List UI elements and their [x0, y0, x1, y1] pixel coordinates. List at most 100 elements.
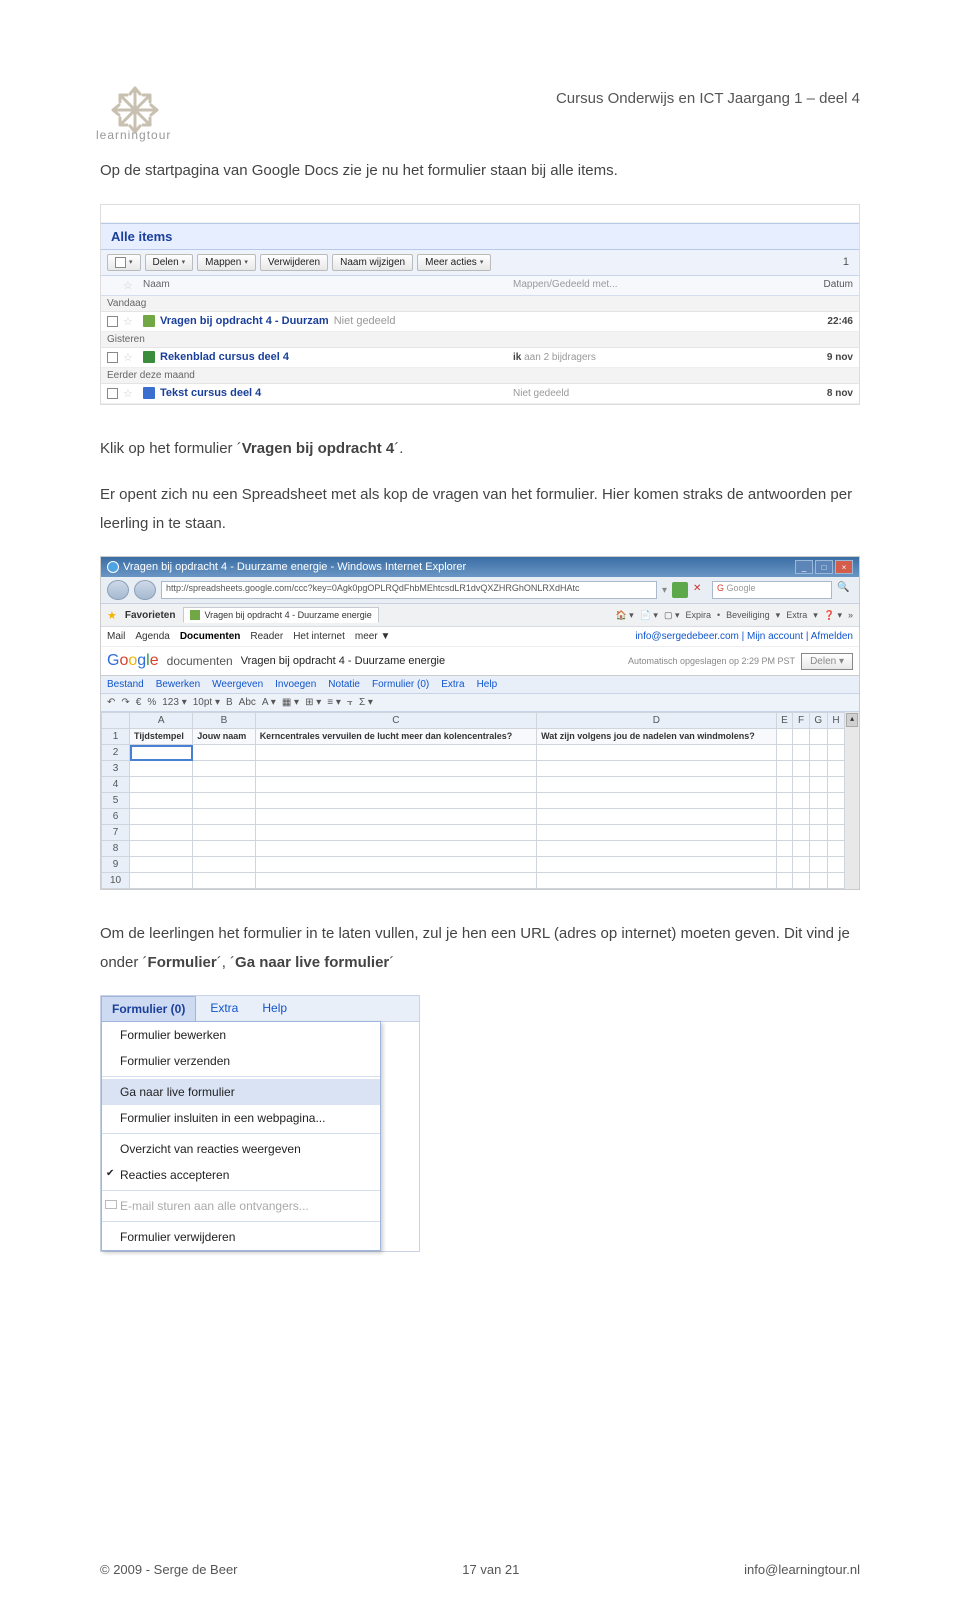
stop-icon[interactable]: ✕: [693, 583, 707, 597]
footer-email: info@learningtour.nl: [744, 1562, 860, 1577]
menu-bar: Formulier (0) Extra Help: [101, 996, 419, 1022]
menu-help[interactable]: Help: [252, 996, 297, 1021]
gbar-mail[interactable]: Mail: [107, 631, 125, 642]
strike-button[interactable]: Abc: [239, 697, 256, 708]
url-field[interactable]: http://spreadsheets.google.com/ccc?key=0…: [161, 581, 657, 599]
ie-favorites-bar: ★ Favorieten Vragen bij opdracht 4 - Duu…: [101, 604, 859, 627]
form-icon: [143, 315, 155, 327]
row-checkbox[interactable]: [107, 388, 118, 399]
browser-tab[interactable]: Vragen bij opdracht 4 - Duurzame energie: [183, 607, 378, 623]
menu-bestand[interactable]: Bestand: [107, 679, 144, 690]
item-insluiten[interactable]: Formulier insluiten in een webpagina...: [102, 1105, 380, 1131]
gbar-documenten[interactable]: Documenten: [180, 631, 241, 642]
menu-formulier[interactable]: Formulier (0): [101, 996, 196, 1021]
close-button[interactable]: ×: [835, 560, 853, 574]
spreadsheet-icon: [143, 351, 155, 363]
menu-extra[interactable]: Extra: [441, 679, 464, 690]
autosave-note: Automatisch opgeslagen op 2:29 PM PST: [628, 656, 795, 666]
table-row[interactable]: ☆ Vragen bij opdracht 4 - DuurzamNiet ge…: [101, 312, 859, 332]
item-reacties-accepteren[interactable]: ✔Reacties accepteren: [102, 1162, 380, 1188]
btn-verwijderen[interactable]: Verwijderen: [260, 254, 328, 271]
btn-meer-acties[interactable]: Meer acties▾: [417, 254, 491, 271]
item-live-formulier[interactable]: Ga naar live formulier: [102, 1079, 380, 1105]
paragraph-4: Om de leerlingen het formulier in te lat…: [100, 920, 860, 977]
envelope-icon: [105, 1200, 117, 1209]
star-icon[interactable]: ☆: [123, 315, 143, 328]
menu-weergeven[interactable]: Weergeven: [212, 679, 263, 690]
format-123-button[interactable]: 123 ▾: [162, 697, 186, 708]
gbar-internet[interactable]: Het internet: [293, 631, 345, 642]
ie-address-bar: http://spreadsheets.google.com/ccc?key=0…: [101, 577, 859, 604]
btn-delen[interactable]: Delen▾: [145, 254, 194, 271]
footer-copyright: © 2009 - Serge de Beer: [100, 1562, 238, 1577]
refresh-icon[interactable]: [672, 582, 688, 598]
gbar-reader[interactable]: Reader: [250, 631, 283, 642]
search-box[interactable]: G Google: [712, 581, 832, 599]
favorites-star-icon[interactable]: ★: [107, 609, 117, 622]
group-yesterday: Gisteren: [101, 332, 859, 348]
row-checkbox[interactable]: [107, 352, 118, 363]
star-icon[interactable]: ☆: [123, 387, 143, 400]
gbar-account[interactable]: info@sergedebeer.com | Mijn account | Af…: [635, 631, 853, 642]
google-logo: Google: [107, 652, 159, 670]
bold-button[interactable]: B: [226, 697, 233, 708]
fontsize-button[interactable]: 10pt ▾: [193, 697, 220, 708]
item-bewerken[interactable]: Formulier bewerken: [102, 1022, 380, 1048]
window-title: Vragen bij opdracht 4 - Duurzame energie…: [123, 561, 466, 573]
share-button[interactable]: Delen ▾: [801, 653, 853, 670]
align-button[interactable]: ≡ ▾: [327, 697, 341, 708]
spreadsheet-menubar: Bestand Bewerken Weergeven Invoegen Nota…: [101, 676, 859, 694]
merge-button[interactable]: ⫟: [347, 697, 353, 708]
spreadsheet-grid[interactable]: AB CD EF GH 1 Tijdstempel Jouw naam Kern…: [101, 712, 845, 889]
menu-extra[interactable]: Extra: [200, 996, 248, 1021]
undo-button[interactable]: ↶: [107, 697, 115, 708]
currency-button[interactable]: €: [136, 697, 142, 708]
screenshot-formulier-menu: Formulier (0) Extra Help Formulier bewer…: [100, 995, 420, 1252]
home-icon[interactable]: 🏠 ▾: [615, 610, 633, 621]
document-icon: [143, 387, 155, 399]
checkbox-all[interactable]: ▾: [107, 254, 141, 271]
document-title: Vragen bij opdracht 4 - Duurzame energie: [241, 655, 445, 667]
row-checkbox[interactable]: [107, 316, 118, 327]
btn-naam-wijzigen[interactable]: Naam wijzigen: [332, 254, 413, 271]
item-verzenden[interactable]: Formulier verzenden: [102, 1048, 380, 1074]
textcolor-button[interactable]: A ▾: [262, 697, 276, 708]
item-reacties-weergeven[interactable]: Overzicht van reacties weergeven: [102, 1136, 380, 1162]
screenshot-docs-list: Alle items ▾ Delen▾ Mappen▾ Verwijderen …: [100, 204, 860, 405]
docs-header: Google documenten Vragen bij opdracht 4 …: [101, 647, 859, 676]
functions-button[interactable]: Σ ▾: [359, 697, 373, 708]
page-footer: © 2009 - Serge de Beer 17 van 21 info@le…: [100, 1562, 860, 1577]
menu-bewerken[interactable]: Bewerken: [156, 679, 200, 690]
table-row[interactable]: ☆ Tekst cursus deel 4 Niet gedeeld 8 nov: [101, 384, 859, 404]
vertical-scrollbar[interactable]: ▴: [845, 712, 859, 889]
gbar-meer[interactable]: meer ▼: [355, 631, 390, 642]
star-icon[interactable]: ☆: [123, 351, 143, 364]
fillcolor-button[interactable]: ▦ ▾: [282, 697, 299, 708]
menu-formulier[interactable]: Formulier (0): [372, 679, 429, 690]
menu-notatie[interactable]: Notatie: [328, 679, 360, 690]
gbar-agenda[interactable]: Agenda: [135, 631, 169, 642]
forward-button[interactable]: [134, 580, 156, 600]
spreadsheet-toolbar: ↶ ↷ € % 123 ▾ 10pt ▾ B Abc A ▾ ▦ ▾ ⊞ ▾ ≡…: [101, 694, 859, 712]
google-bar: Mail Agenda Documenten Reader Het intern…: [101, 627, 859, 647]
menu-invoegen[interactable]: Invoegen: [275, 679, 316, 690]
minimize-button[interactable]: _: [795, 560, 813, 574]
item-email-sturen: E-mail sturen aan alle ontvangers...: [102, 1193, 380, 1219]
btn-mappen[interactable]: Mappen▾: [197, 254, 256, 271]
paragraph-3: Er opent zich nu een Spreadsheet met als…: [100, 481, 860, 538]
item-verwijderen[interactable]: Formulier verwijderen: [102, 1224, 380, 1250]
ie-icon: [107, 561, 119, 573]
back-button[interactable]: [107, 580, 129, 600]
col-name: Naam: [143, 279, 513, 292]
col-date: Datum: [793, 279, 853, 292]
ie-title-bar: Vragen bij opdracht 4 - Duurzame energie…: [101, 557, 859, 577]
redo-button[interactable]: ↷: [121, 697, 129, 708]
borders-button[interactable]: ⊞ ▾: [305, 697, 321, 708]
menu-help[interactable]: Help: [477, 679, 498, 690]
star-icon: ☆: [123, 279, 143, 292]
percent-button[interactable]: %: [147, 697, 156, 708]
table-row[interactable]: ☆ Rekenblad cursus deel 4 ik aan 2 bijdr…: [101, 348, 859, 368]
formulier-dropdown: Formulier bewerken Formulier verzenden G…: [101, 1021, 381, 1251]
maximize-button[interactable]: □: [815, 560, 833, 574]
search-icon[interactable]: 🔍: [837, 582, 853, 598]
